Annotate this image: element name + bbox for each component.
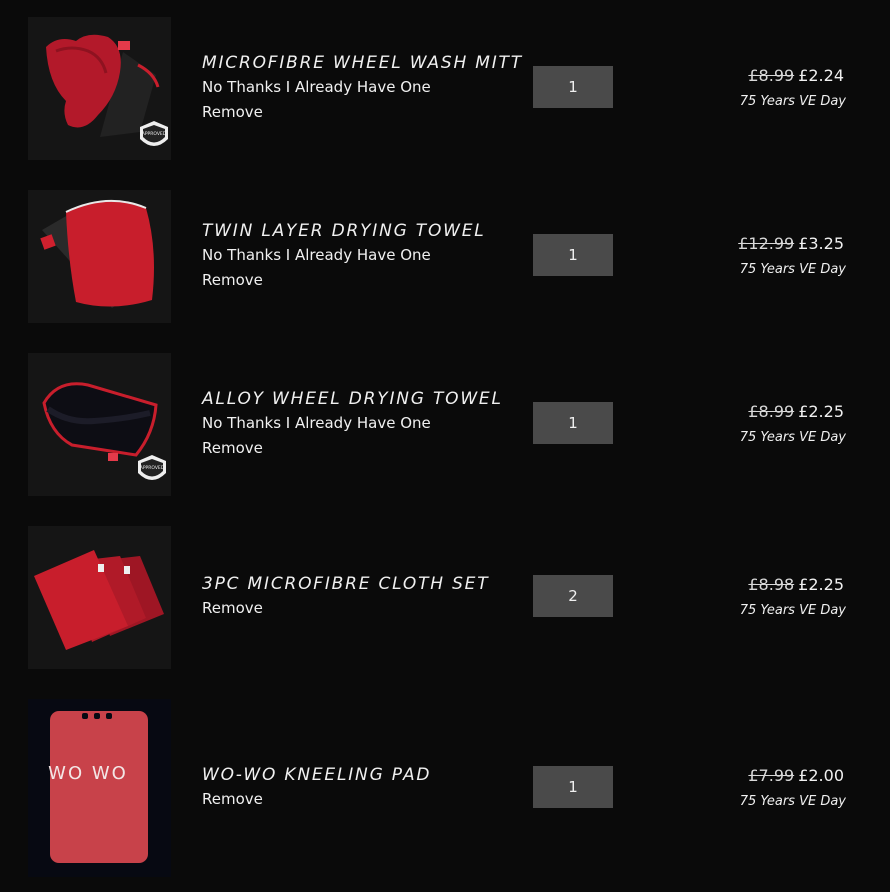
approved-badge-label: APPROVED [140,465,165,471]
alloy-towel-image[interactable]: APPROVED [28,353,171,496]
quantity-input[interactable] [533,234,613,276]
promo-label: 75 Years VE Day [739,94,846,109]
promo-label: 75 Years VE Day [739,794,846,809]
price: £12.99 £3.25 [738,234,844,253]
sale-price: £3.25 [798,234,844,253]
sale-price: £2.25 [798,575,844,594]
remove-link[interactable]: Remove [202,599,263,617]
quantity-input[interactable] [533,766,613,808]
approved-badge-label: APPROVED [142,131,167,137]
sale-price: £2.24 [798,66,844,85]
no-thanks-link[interactable]: No Thanks I Already Have One [202,414,431,432]
sale-price: £2.00 [798,766,844,785]
promo-label: 75 Years VE Day [739,430,846,445]
drying-towel-image[interactable] [28,190,171,323]
old-price: £7.99 [748,766,795,785]
promo-label: 75 Years VE Day [739,262,846,277]
cloth-set-image[interactable] [28,526,171,669]
price: £8.99 £2.24 [748,66,844,85]
remove-link[interactable]: Remove [202,103,263,121]
no-thanks-link[interactable]: No Thanks I Already Have One [202,246,431,264]
old-price: £8.99 [748,66,795,85]
no-thanks-link[interactable]: No Thanks I Already Have One [202,78,431,96]
promo-label: 75 Years VE Day [739,603,846,618]
product-name[interactable]: WO-WO KNEELING PAD [202,765,431,785]
wash-mitt-image[interactable]: APPROVED [28,17,171,160]
old-price: £8.98 [748,575,795,594]
price: £8.98 £2.25 [748,575,844,594]
old-price: £8.99 [748,402,795,421]
product-name[interactable]: 3PC MICROFIBRE CLOTH SET [202,574,489,594]
remove-link[interactable]: Remove [202,790,263,808]
quantity-input[interactable] [533,66,613,108]
price: £8.99 £2.25 [748,402,844,421]
quantity-input[interactable] [533,575,613,617]
price: £7.99 £2.00 [748,766,844,785]
product-name[interactable]: TWIN LAYER DRYING TOWEL [202,221,486,241]
product-name[interactable]: ALLOY WHEEL DRYING TOWEL [202,389,503,409]
kneeling-pad-image[interactable]: WO WO [28,699,171,877]
quantity-input[interactable] [533,402,613,444]
sale-price: £2.25 [798,402,844,421]
wo-wo-logo: WO WO [48,763,128,784]
old-price: £12.99 [738,234,795,253]
remove-link[interactable]: Remove [202,271,263,289]
product-name[interactable]: MICROFIBRE WHEEL WASH MITT [202,53,523,73]
remove-link[interactable]: Remove [202,439,263,457]
